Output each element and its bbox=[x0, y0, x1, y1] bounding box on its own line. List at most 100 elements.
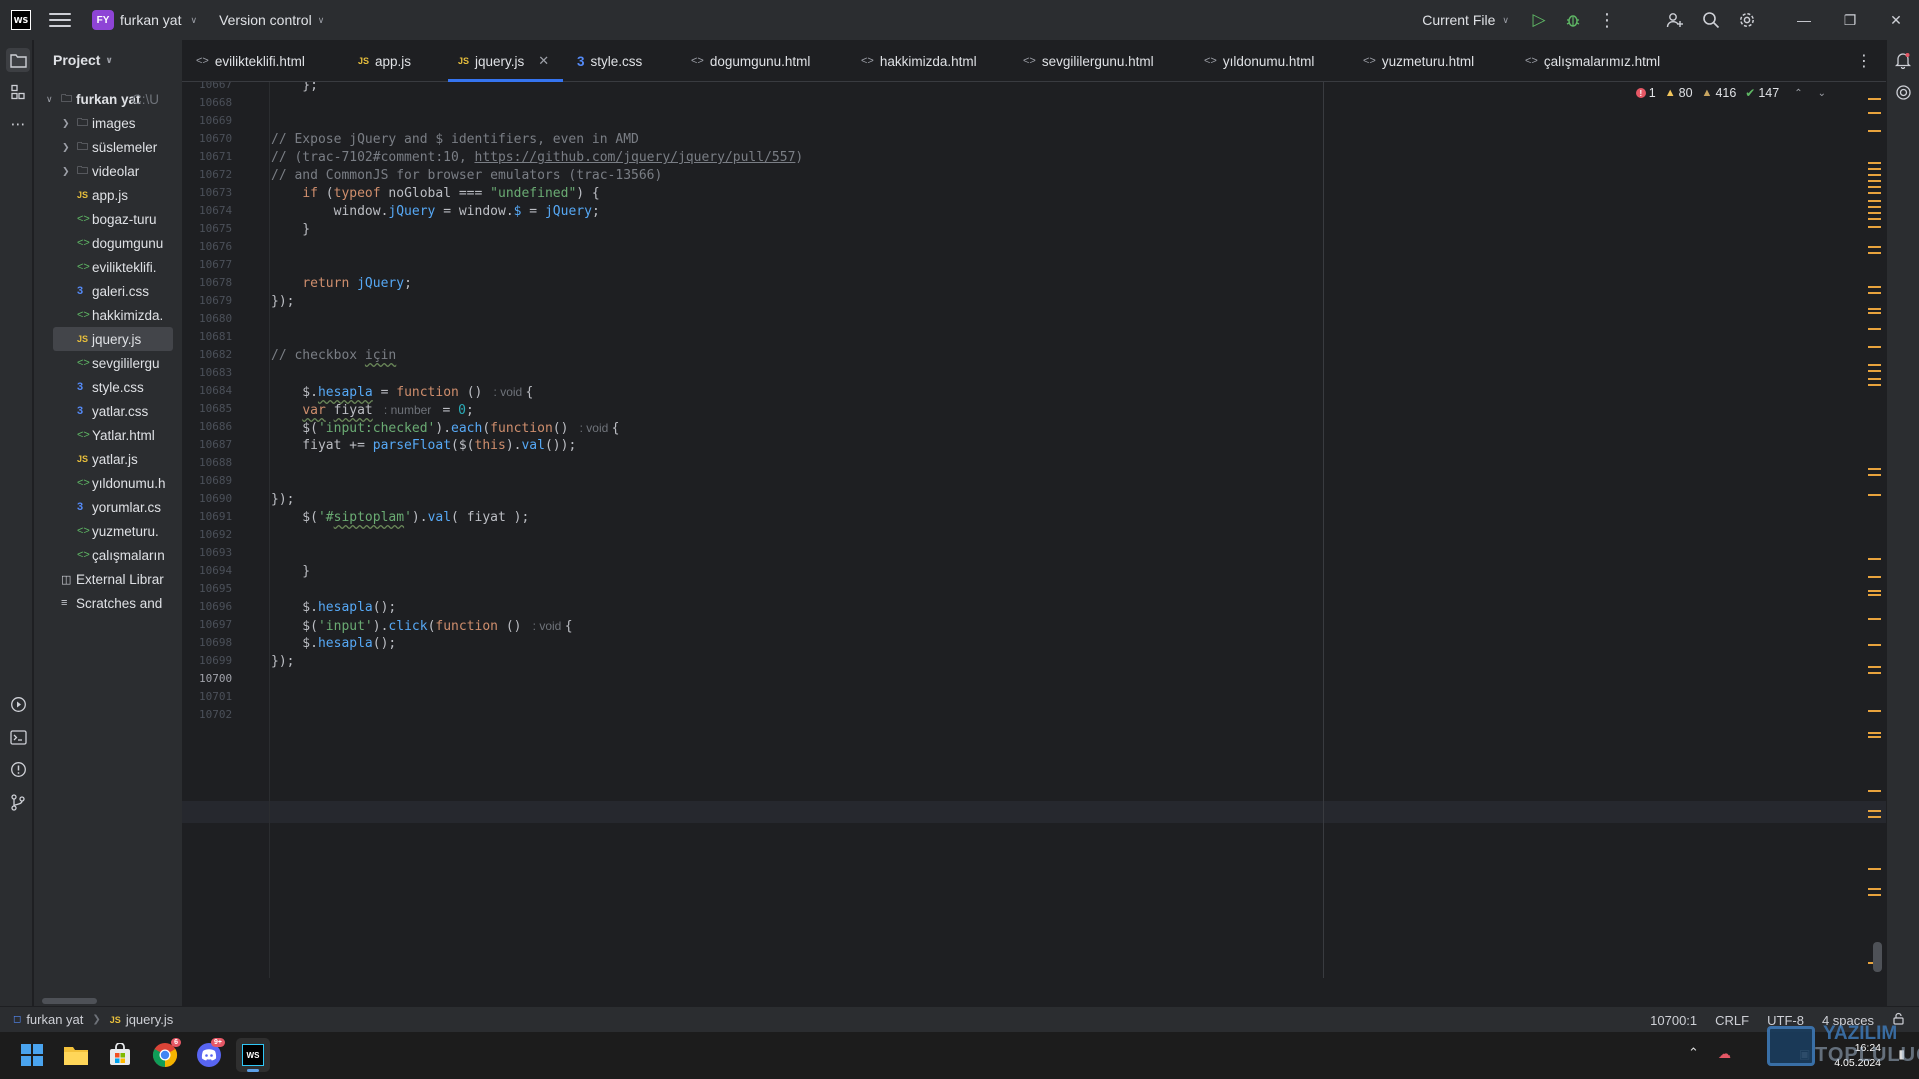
code-area[interactable]: }; // Expose jQuery and $ identifiers, e… bbox=[271, 82, 1886, 978]
warning-marker[interactable] bbox=[1868, 192, 1881, 194]
run-tool-icon[interactable] bbox=[6, 692, 30, 716]
warnings-count[interactable]: ▲ 80 bbox=[1665, 86, 1693, 100]
warning-marker[interactable] bbox=[1868, 168, 1881, 170]
close-window-button[interactable]: ✕ bbox=[1873, 0, 1919, 40]
main-menu-button[interactable] bbox=[49, 9, 71, 31]
notification-center-icon[interactable]: ▮ bbox=[1898, 1047, 1905, 1061]
more-actions-icon[interactable]: ⋮ bbox=[1595, 8, 1619, 32]
warning-marker[interactable] bbox=[1868, 328, 1881, 330]
problems-icon[interactable] bbox=[6, 757, 30, 781]
add-user-icon[interactable] bbox=[1663, 8, 1687, 32]
warning-marker[interactable] bbox=[1868, 346, 1881, 348]
file-explorer-icon[interactable] bbox=[59, 1038, 93, 1072]
tab--al-malar-m-z-html[interactable]: <> çalışmalarımız.html bbox=[1525, 40, 1660, 82]
project-panel-title[interactable]: Project ∨ bbox=[34, 40, 182, 80]
tree-file[interactable]: JS yatlar.js bbox=[34, 447, 182, 471]
error-stripe[interactable] bbox=[1864, 82, 1886, 978]
warning-marker[interactable] bbox=[1868, 212, 1881, 214]
warning-marker[interactable] bbox=[1868, 494, 1881, 496]
warning-marker[interactable] bbox=[1868, 308, 1881, 310]
chrome-icon[interactable]: 6 bbox=[148, 1038, 182, 1072]
warning-marker[interactable] bbox=[1868, 370, 1881, 372]
restore-button[interactable]: ❐ bbox=[1827, 0, 1873, 40]
warning-marker[interactable] bbox=[1868, 292, 1881, 294]
minimize-button[interactable]: — bbox=[1781, 0, 1827, 40]
tab-jquery-js[interactable]: JS jquery.js ✕ bbox=[447, 40, 564, 82]
tree-file[interactable]: <> bogaz-turu bbox=[34, 207, 182, 231]
warning-marker[interactable] bbox=[1868, 666, 1881, 668]
warning-marker[interactable] bbox=[1868, 98, 1881, 100]
tab-y-ldonumu-html[interactable]: <> yıldonumu.html bbox=[1204, 40, 1314, 82]
warning-marker[interactable] bbox=[1868, 790, 1881, 792]
onedrive-error-icon[interactable]: ☁ bbox=[1718, 1046, 1731, 1062]
project-panel-hscrollbar[interactable] bbox=[42, 998, 97, 1004]
taskbar-clock[interactable]: 16:24 4.05.2024 bbox=[1834, 1041, 1881, 1071]
warning-marker[interactable] bbox=[1868, 312, 1881, 314]
tree-file[interactable]: <> çalışmaların bbox=[34, 543, 182, 567]
notifications-bell-icon[interactable] bbox=[1891, 48, 1915, 72]
warning-marker[interactable] bbox=[1868, 618, 1881, 620]
weak-warnings-count[interactable]: ▲ 416 bbox=[1702, 86, 1737, 100]
show-hidden-icons-chevron-icon[interactable]: ⌃ bbox=[1688, 1045, 1699, 1061]
warning-marker[interactable] bbox=[1868, 180, 1881, 182]
chevron-down-icon[interactable]: ∨ bbox=[46, 94, 53, 105]
warning-marker[interactable] bbox=[1868, 246, 1881, 248]
warning-marker[interactable] bbox=[1868, 736, 1881, 738]
git-branch-icon[interactable] bbox=[6, 790, 30, 814]
version-control-menu[interactable]: Version control ∨ bbox=[213, 8, 330, 32]
tab-dogumgunu-html[interactable]: <> dogumgunu.html bbox=[691, 40, 810, 82]
errors-count[interactable]: ! 1 bbox=[1635, 86, 1656, 100]
tree-file[interactable]: <> sevgililergu bbox=[34, 351, 182, 375]
warning-marker[interactable] bbox=[1868, 644, 1881, 646]
editor-vscrollbar-thumb[interactable] bbox=[1873, 942, 1882, 972]
tab-yuzmeturu-html[interactable]: <> yuzmeturu.html bbox=[1363, 40, 1474, 82]
terminal-icon[interactable] bbox=[6, 725, 30, 749]
debug-icon[interactable] bbox=[1561, 8, 1585, 32]
tree-file[interactable]: 3 yatlar.css bbox=[34, 399, 182, 423]
chevron-right-icon[interactable]: ❯ bbox=[62, 166, 70, 177]
tree-root-folder[interactable]: ∨ 🗀 furkan yat C:\U bbox=[34, 87, 182, 111]
file-encoding[interactable]: UTF-8 bbox=[1767, 1013, 1804, 1028]
close-tab-icon[interactable]: ✕ bbox=[538, 53, 549, 69]
warning-marker[interactable] bbox=[1868, 186, 1881, 188]
tree-file[interactable]: 3 yorumlar.cs bbox=[34, 495, 182, 519]
webstorm-taskbar-icon[interactable]: WS bbox=[236, 1038, 270, 1072]
warning-marker[interactable] bbox=[1868, 162, 1881, 164]
warning-marker[interactable] bbox=[1868, 732, 1881, 734]
tree-file[interactable]: JS jquery.js bbox=[53, 327, 173, 351]
tab-evilikteklifi-html[interactable]: <> evilikteklifi.html bbox=[196, 40, 305, 82]
tree-file[interactable]: <> hakkimizda. bbox=[34, 303, 182, 327]
network-icon[interactable]: ▣ bbox=[1799, 1047, 1810, 1061]
warning-marker[interactable] bbox=[1868, 474, 1881, 476]
tree-folder[interactable]: ❯ 🗀 süslemeler bbox=[34, 135, 182, 159]
code-editor[interactable]: 10667 10668 10669 10670 10671 10672 10673 10674… bbox=[182, 82, 1886, 978]
warning-marker[interactable] bbox=[1868, 594, 1881, 596]
tree-file[interactable]: <> Yatlar.html bbox=[34, 423, 182, 447]
microsoft-store-icon[interactable] bbox=[103, 1038, 137, 1072]
tree-file[interactable]: <> dogumgunu bbox=[34, 231, 182, 255]
warning-marker[interactable] bbox=[1868, 888, 1881, 890]
warning-marker[interactable] bbox=[1868, 868, 1881, 870]
warning-marker[interactable] bbox=[1868, 558, 1881, 560]
inspection-widget[interactable]: ! 1 ▲ 80 ▲ 416 ✔ 147 ⌃ ⌄ bbox=[1635, 86, 1826, 100]
structure-icon[interactable] bbox=[6, 80, 30, 104]
warning-marker[interactable] bbox=[1868, 894, 1881, 896]
warning-marker[interactable] bbox=[1868, 286, 1881, 288]
chevron-right-icon[interactable]: ❯ bbox=[62, 118, 70, 129]
tabs-more-icon[interactable]: ⋮ bbox=[1856, 51, 1872, 71]
more-tools-icon[interactable]: ⋯ bbox=[6, 112, 30, 136]
warning-marker[interactable] bbox=[1868, 590, 1881, 592]
tab-style-css[interactable]: 3 style.css bbox=[577, 40, 642, 82]
tree-file[interactable]: JS app.js bbox=[34, 183, 182, 207]
warning-marker[interactable] bbox=[1868, 130, 1881, 132]
warning-marker[interactable] bbox=[1868, 218, 1881, 220]
tree-file[interactable]: <> yıldonumu.h bbox=[34, 471, 182, 495]
tree-file[interactable]: 3 style.css bbox=[34, 375, 182, 399]
windows-start-icon[interactable] bbox=[15, 1038, 49, 1072]
tab-hakkimizda-html[interactable]: <> hakkimizda.html bbox=[861, 40, 977, 82]
warning-marker[interactable] bbox=[1868, 710, 1881, 712]
tab-sevgililergunu-html[interactable]: <> sevgililergunu.html bbox=[1023, 40, 1154, 82]
warning-marker[interactable] bbox=[1868, 576, 1881, 578]
project-switcher[interactable]: FY furkan yat ∨ bbox=[86, 6, 203, 34]
ai-assistant-icon[interactable] bbox=[1891, 80, 1915, 104]
